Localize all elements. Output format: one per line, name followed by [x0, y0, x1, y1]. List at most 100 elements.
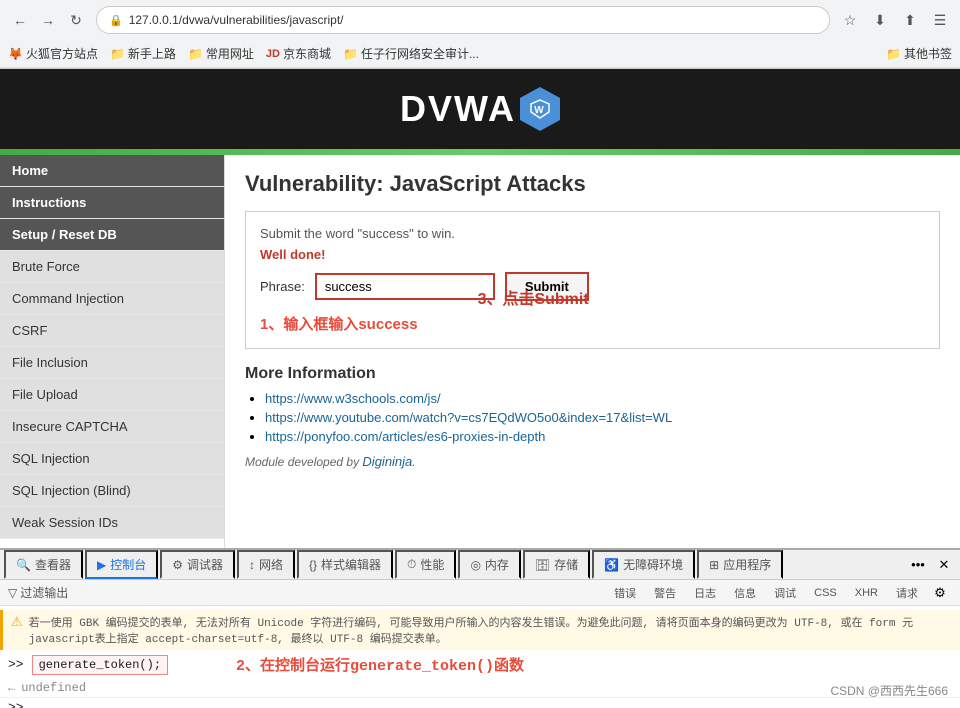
filter-label: 过滤输出 [20, 584, 68, 601]
download-icon[interactable]: ⬇ [868, 8, 892, 32]
phrase-input[interactable] [315, 273, 495, 300]
filter-button[interactable]: ▽ 过滤输出 [8, 584, 68, 601]
warning-text: 若一使用 GBK 编码提交的表单, 无法对所有 Unicode 字符进行编码, … [29, 614, 952, 646]
devtools-tab-application[interactable]: ⊞ 应用程序 [697, 550, 783, 579]
share-icon[interactable]: ⬆ [898, 8, 922, 32]
menu-icon[interactable]: ☰ [928, 8, 952, 32]
console-body: ⚠ 若一使用 GBK 编码提交的表单, 无法对所有 Unicode 字符进行编码… [0, 606, 960, 708]
bookmark-huhu[interactable]: 🦊 火狐官方站点 [8, 45, 98, 62]
bookmark-other[interactable]: 📁 其他书签 [886, 45, 952, 62]
devtools-tab-network[interactable]: ↕ 网络 [237, 550, 295, 579]
devtools-tab-accessibility[interactable]: ♿ 无障碍环境 [592, 550, 695, 579]
bookmark-icon[interactable]: ☆ [838, 8, 862, 32]
jd-icon: JD [266, 48, 280, 60]
console-icon: ▶ [97, 558, 106, 572]
devtools-tab-style-editor[interactable]: {} 样式编辑器 [297, 550, 393, 579]
link-youtube[interactable]: https://www.youtube.com/watch?v=cs7EQdWO… [265, 410, 672, 425]
debugger-icon: ⚙ [172, 558, 183, 572]
forward-button[interactable]: → [36, 8, 60, 32]
beginner-label: 新手上路 [128, 45, 176, 62]
jd-label: 京东商城 [283, 45, 331, 62]
storage-icon: 🗄 [535, 558, 550, 572]
network-label: 网络 [259, 556, 283, 573]
annotation-1: 1、输入框输入success [260, 313, 418, 334]
console-level-buttons: 错误 警告 日志 信息 调试 CSS XHR 请求 ⚙ [606, 581, 952, 605]
inspector-icon: 🔍 [16, 558, 31, 572]
level-errors[interactable]: 错误 [606, 581, 644, 605]
level-info[interactable]: 信息 [726, 581, 764, 605]
memory-icon: ◎ [470, 558, 480, 572]
devtools-tab-storage[interactable]: 🗄 存储 [523, 550, 590, 579]
console-code-row: >> generate_token(); 2、在控制台运行generate_to… [0, 650, 960, 679]
watermark: CSDN @西西先生666 [830, 682, 948, 699]
sidebar-item-command-injection[interactable]: Command Injection [0, 283, 224, 315]
well-done-text: Well done! [260, 247, 925, 262]
sidebar-item-csrf[interactable]: CSRF [0, 315, 224, 347]
devtools-tab-memory[interactable]: ◎ 内存 [458, 550, 521, 579]
level-log[interactable]: 日志 [686, 581, 724, 605]
bookmarks-bar: 🦊 火狐官方站点 📁 新手上路 📁 常用网址 JD 京东商城 📁 任子行网络安全… [0, 40, 960, 68]
address-bar[interactable]: 🔒 127.0.0.1/dvwa/vulnerabilities/javascr… [96, 6, 830, 34]
page-content: DVWA W Home Instructions Setup / Reset D… [0, 69, 960, 548]
devtools-close-btn[interactable]: ✕ [932, 553, 956, 577]
devtools-tab-performance[interactable]: ⏱ 性能 [395, 550, 456, 579]
warning-message: ⚠ 若一使用 GBK 编码提交的表单, 无法对所有 Unicode 字符进行编码… [0, 610, 960, 650]
main-layout: Home Instructions Setup / Reset DB Brute… [0, 155, 960, 548]
console-result-row: ← undefined [0, 679, 960, 697]
sidebar-item-weak-session[interactable]: Weak Session IDs [0, 507, 224, 539]
content-area: Vulnerability: JavaScript Attacks Submit… [225, 155, 960, 548]
nav-buttons: ← → ↻ [8, 8, 88, 32]
bookmark-beginner[interactable]: 📁 新手上路 [110, 45, 176, 62]
console-settings-icon[interactable]: ⚙ [928, 581, 952, 605]
devtools-tab-inspector[interactable]: 🔍 查看器 [4, 550, 83, 579]
bookmark-common[interactable]: 📁 常用网址 [188, 45, 254, 62]
huhu-label: 火狐官方站点 [26, 45, 98, 62]
level-warnings[interactable]: 警告 [646, 581, 684, 605]
common-label: 常用网址 [206, 45, 254, 62]
devtools-more-btn[interactable]: ••• [906, 553, 930, 577]
annotation-2: 2、在控制台运行generate_token()函数 [236, 654, 524, 675]
console-prompt-arrow: >> [8, 657, 24, 672]
back-button[interactable]: ← [8, 8, 32, 32]
level-xhr[interactable]: XHR [847, 581, 886, 605]
browser-chrome: ← → ↻ 🔒 127.0.0.1/dvwa/vulnerabilities/j… [0, 0, 960, 69]
sidebar-item-setup[interactable]: Setup / Reset DB [0, 219, 224, 251]
link-ponyfoo[interactable]: https://ponyfoo.com/articles/es6-proxies… [265, 429, 545, 444]
sidebar-item-sql-injection[interactable]: SQL Injection [0, 443, 224, 475]
refresh-button[interactable]: ↻ [64, 8, 88, 32]
sidebar-item-sql-injection-blind[interactable]: SQL Injection (Blind) [0, 475, 224, 507]
sidebar-item-insecure-captcha[interactable]: Insecure CAPTCHA [0, 411, 224, 443]
application-icon: ⊞ [709, 558, 719, 572]
sidebar-item-home[interactable]: Home [0, 155, 224, 187]
sidebar-item-brute-force[interactable]: Brute Force [0, 251, 224, 283]
devtools-tab-debugger[interactable]: ⚙ 调试器 [160, 550, 235, 579]
phrase-label: Phrase: [260, 279, 305, 294]
digininja-link[interactable]: Digininja [362, 454, 412, 469]
warning-icon: ⚠ [11, 615, 23, 630]
application-label: 应用程序 [723, 556, 771, 573]
devtools-tab-console[interactable]: ▶ 控制台 [85, 550, 158, 579]
sidebar-item-instructions[interactable]: Instructions [0, 187, 224, 219]
security-label: 任子行网络安全审计... [361, 45, 479, 62]
bookmark-security[interactable]: 📁 任子行网络安全审计... [343, 45, 479, 62]
dvwa-logo-text: DVWA [400, 88, 516, 130]
folder-icon-4: 📁 [886, 47, 901, 61]
sidebar-item-file-inclusion[interactable]: File Inclusion [0, 347, 224, 379]
bookmark-jd[interactable]: JD 京东商城 [266, 45, 331, 62]
folder-icon-3: 📁 [343, 47, 358, 61]
level-debug[interactable]: 调试 [766, 581, 804, 605]
level-requests[interactable]: 请求 [888, 581, 926, 605]
accessibility-label: 无障碍环境 [623, 556, 683, 573]
memory-label: 内存 [485, 556, 509, 573]
link-w3schools[interactable]: https://www.w3schools.com/js/ [265, 391, 441, 406]
performance-label: 性能 [420, 556, 444, 573]
performance-icon: ⏱ [407, 557, 416, 572]
address-text: 127.0.0.1/dvwa/vulnerabilities/javascrip… [129, 13, 344, 27]
more-info: More Information https://www.w3schools.c… [245, 365, 940, 469]
phrase-row: Phrase: Submit [260, 272, 925, 301]
sidebar-item-file-upload[interactable]: File Upload [0, 379, 224, 411]
level-css[interactable]: CSS [806, 581, 845, 605]
browser-actions: ☆ ⬇ ⬆ ☰ [838, 8, 952, 32]
vuln-box: Submit the word "success" to win. Well d… [245, 211, 940, 349]
module-dev: Module developed by Digininja. [245, 454, 940, 469]
